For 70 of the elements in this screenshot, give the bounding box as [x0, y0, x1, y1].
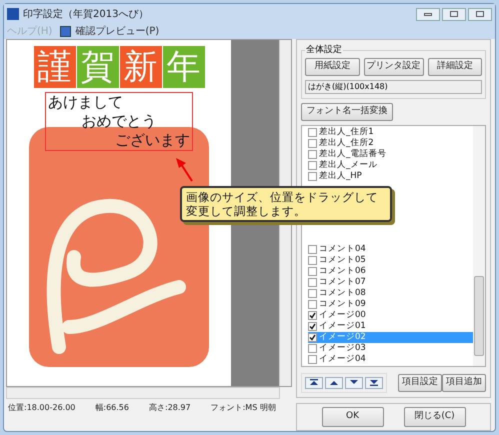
greeting-line: ございます: [115, 131, 190, 150]
list-item[interactable]: 差出人_電話番号: [308, 148, 473, 160]
height-readout: 高さ:28.97: [149, 402, 191, 414]
list-item[interactable]: コメント05: [308, 254, 473, 266]
checkbox[interactable]: [308, 310, 317, 320]
checkbox[interactable]: [308, 278, 317, 286]
checkbox[interactable]: [308, 244, 317, 254]
checkbox[interactable]: [308, 344, 317, 352]
button[interactable]: 項目設定: [398, 374, 442, 392]
window-title: 印字設定（年賀2013へび）: [23, 8, 148, 22]
checkbox[interactable]: [308, 354, 317, 364]
up-arrow-icon: [329, 379, 339, 386]
list-item[interactable]: コメント04: [308, 244, 473, 254]
greeting-line: おめでとう: [82, 112, 156, 131]
list-item[interactable]: 差出人_住所1: [308, 126, 473, 138]
button[interactable]: 用紙設定: [305, 58, 360, 76]
checkbox[interactable]: [308, 322, 317, 330]
list-item[interactable]: 差出人_住所2: [308, 138, 473, 148]
button[interactable]: 詳細設定: [428, 58, 482, 76]
move-button[interactable]: [345, 376, 363, 388]
checkbox[interactable]: [308, 288, 317, 298]
position-readout: 位置:18.00-26.00: [8, 402, 76, 414]
checkbox[interactable]: [308, 256, 317, 264]
button[interactable]: 項目追加: [442, 374, 486, 392]
title-tile: 新: [120, 46, 162, 88]
checkbox[interactable]: [308, 128, 317, 136]
list-item[interactable]: イメージ03: [308, 342, 473, 354]
list-item[interactable]: イメージ01: [308, 320, 473, 332]
maximize-button[interactable]: [442, 8, 466, 20]
menu-item[interactable]: 確認プレビュー(P): [60, 24, 160, 39]
up-top-arrow-icon: [309, 379, 319, 386]
maximize-icon: [450, 11, 458, 17]
list-item[interactable]: イメージ00: [308, 310, 473, 320]
minimize-icon: [424, 12, 432, 16]
list-item[interactable]: コメント09: [308, 298, 473, 310]
app-icon: [7, 8, 19, 20]
list-item[interactable]: イメージ04: [308, 354, 473, 364]
preview-icon: [60, 26, 72, 37]
checkbox[interactable]: [308, 138, 317, 148]
button[interactable]: フォント名一括変換: [301, 102, 393, 120]
button[interactable]: OK: [322, 406, 384, 427]
close-button[interactable]: [468, 8, 492, 20]
checkbox[interactable]: [308, 266, 317, 276]
minimize-button[interactable]: [416, 8, 440, 20]
list-item[interactable]: コメント06: [308, 266, 473, 276]
move-button[interactable]: [325, 376, 343, 388]
down-arrow-icon: [349, 379, 359, 386]
group-title: 全体設定: [305, 44, 343, 57]
paper-size-field: はがき(縦)(100x148): [305, 80, 482, 94]
title-tile: 謹: [34, 46, 76, 88]
title-tile: 年: [162, 46, 204, 88]
width-readout: 幅:66.56: [95, 402, 129, 414]
greeting-line: あけまして: [48, 93, 123, 112]
title-tile: 賀: [76, 46, 118, 88]
checkbox[interactable]: [308, 300, 317, 308]
font-readout: フォント:MS 明朝: [210, 402, 276, 414]
checkbox[interactable]: [308, 150, 317, 158]
list-item[interactable]: コメント07: [308, 276, 473, 288]
button[interactable]: プリンタ設定: [364, 58, 424, 76]
move-button[interactable]: [365, 376, 383, 388]
list-item[interactable]: コメント08: [308, 288, 473, 298]
list-item[interactable]: 差出人_HP: [308, 170, 473, 182]
checkbox[interactable]: [308, 160, 317, 170]
list-item[interactable]: 差出人_メール: [308, 160, 473, 170]
tooltip: 画像のサイズ、位置をドラッグして変更して調整します。: [180, 186, 392, 222]
button[interactable]: 閉じる(C): [404, 406, 466, 427]
move-button[interactable]: [305, 376, 323, 388]
checkbox[interactable]: [308, 172, 317, 180]
down-bottom-arrow-icon: [369, 379, 379, 386]
checkbox[interactable]: [308, 332, 317, 342]
